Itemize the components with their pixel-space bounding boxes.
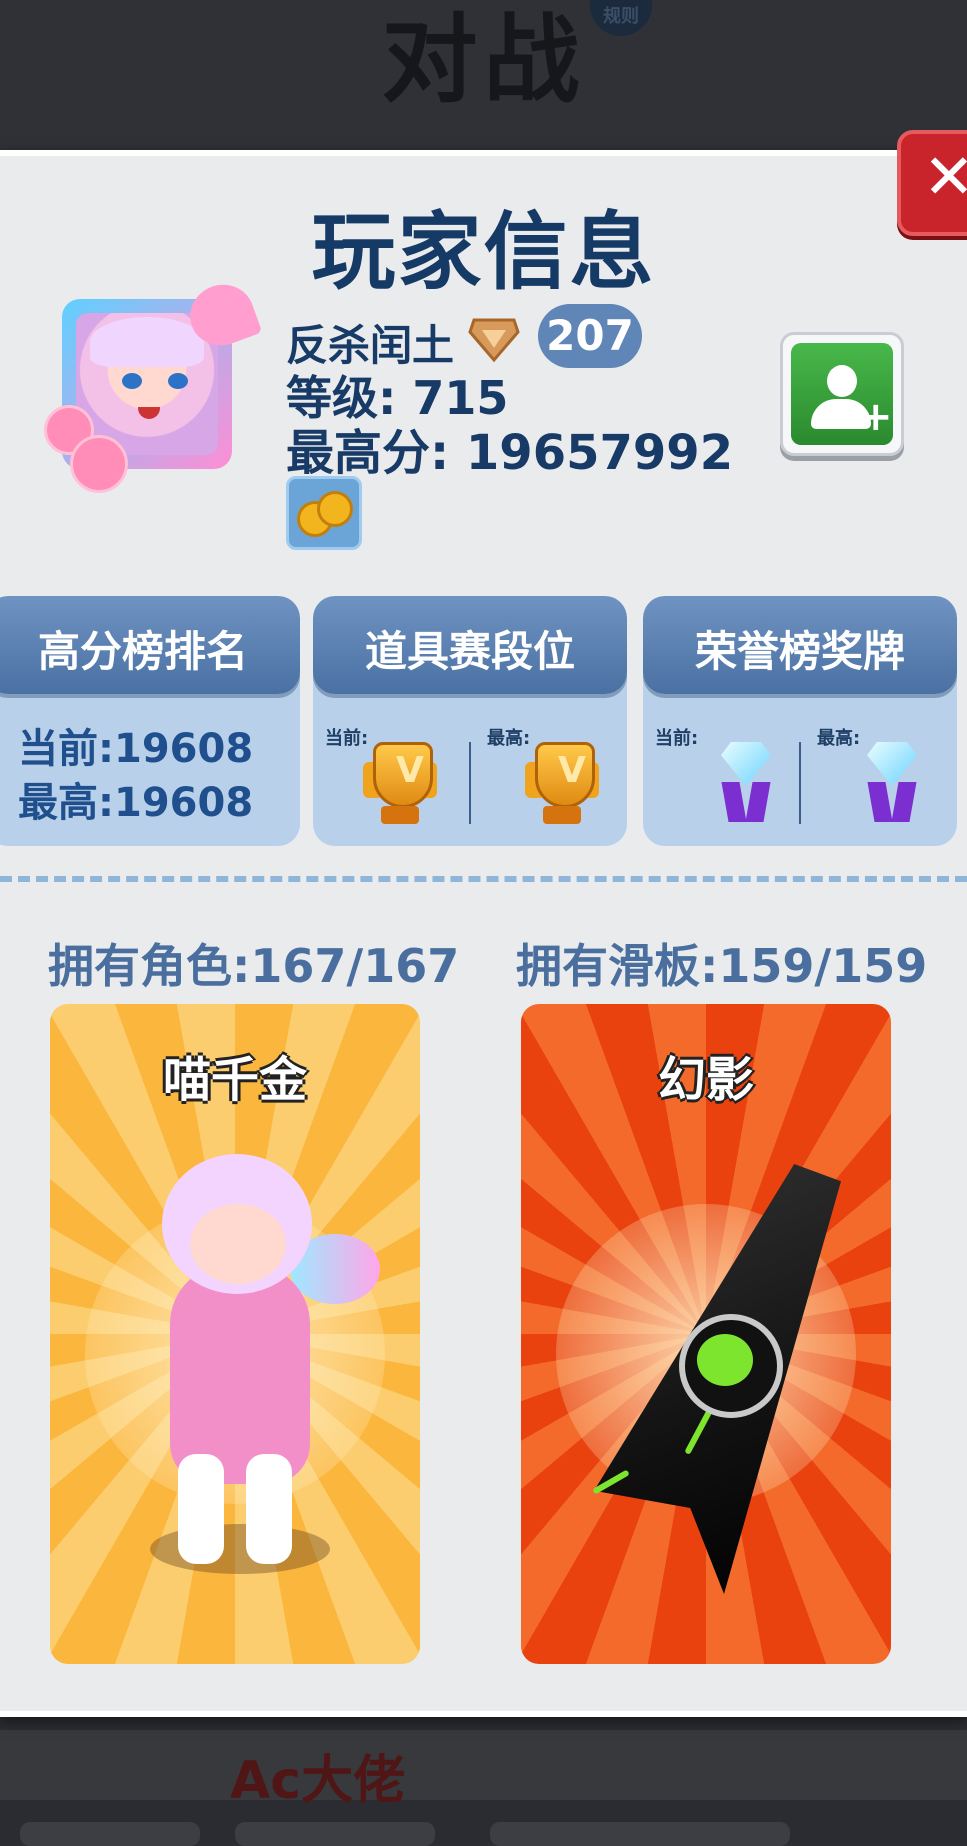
current-label: 当前: [325, 728, 369, 749]
add-friend-head [827, 365, 857, 397]
stat-header: 荣誉榜奖牌 [643, 596, 957, 694]
medal-ribbon [867, 782, 893, 822]
background-tab [20, 1822, 200, 1846]
add-friend-plus: + [859, 394, 893, 440]
character-name: 喵千金 [162, 1052, 307, 1108]
flower-decoration [70, 435, 128, 493]
characters-owned: 拥有角色:167/167 [48, 939, 460, 993]
coins-icon [286, 476, 362, 550]
background-tab [235, 1822, 435, 1846]
trophy-cup: V [373, 742, 433, 808]
background-banner-text: Ac大佬 [230, 1751, 406, 1811]
board-logo [697, 1334, 753, 1386]
stat-header-label: 高分榜排名 [37, 627, 248, 676]
boards-owned: 拥有滑板:159/159 [516, 939, 928, 993]
character-leg [178, 1454, 224, 1564]
character-face [190, 1204, 286, 1284]
honor-medal-card[interactable]: 荣誉榜奖牌 当前: 最高: [643, 596, 957, 846]
trophy-base [381, 806, 419, 824]
current-rank: 当前:19608 [18, 726, 254, 772]
trophy-base [543, 806, 581, 824]
character-card[interactable]: 喵千金 [50, 1004, 420, 1664]
character-leg [246, 1454, 292, 1564]
rank-badge: 207 [538, 304, 642, 368]
diamond-medal-icon [855, 742, 929, 828]
highest-label: 最高: [487, 728, 531, 749]
trophy-v: V [396, 750, 424, 791]
player-avatar[interactable] [40, 275, 263, 495]
board-card[interactable]: 幻影 [521, 1004, 891, 1664]
stat-header: 高分榜排名 [0, 596, 300, 694]
character-shadow [150, 1524, 330, 1574]
medal-ribbon [745, 782, 771, 822]
avatar-eye [122, 373, 142, 389]
stat-header-label: 道具赛段位 [364, 627, 575, 676]
current-label: 当前: [655, 728, 699, 749]
stat-header: 道具赛段位 [313, 596, 627, 694]
diamond-medal-icon [709, 742, 783, 828]
medal-gem [867, 742, 917, 786]
stat-header-label: 荣誉榜奖牌 [694, 627, 905, 676]
background-tab [490, 1822, 790, 1846]
divider [799, 742, 801, 824]
leaderboard-rank-card[interactable]: 高分榜排名 当前:19608 最高:19608 [0, 596, 300, 846]
highest-rank: 最高:19608 [18, 780, 254, 826]
trophy-icon: V [363, 742, 437, 828]
board-name: 幻影 [657, 1052, 754, 1108]
avatar-hair [90, 317, 204, 367]
background-title: 对战 [381, 4, 586, 116]
medal-gem [721, 742, 771, 786]
trophy-cup: V [535, 742, 595, 808]
diamond-rank-icon [468, 318, 520, 362]
add-friend-icon: + [791, 343, 893, 445]
player-high-score: 最高分: 19657992 [286, 425, 734, 481]
character-body [170, 1264, 310, 1484]
avatar-eye [168, 373, 188, 389]
highest-label: 最高: [817, 728, 861, 749]
trophy-icon: V [525, 742, 599, 828]
medal-ribbon [891, 782, 917, 822]
medal-ribbon [721, 782, 747, 822]
trophy-v: V [558, 750, 586, 791]
coin [317, 491, 353, 527]
divider [469, 742, 471, 824]
item-tier-card[interactable]: 道具赛段位 当前: 最高: V V [313, 596, 627, 846]
section-divider [0, 876, 967, 882]
background-banner [0, 1730, 967, 1800]
add-friend-button[interactable]: + [780, 332, 904, 456]
